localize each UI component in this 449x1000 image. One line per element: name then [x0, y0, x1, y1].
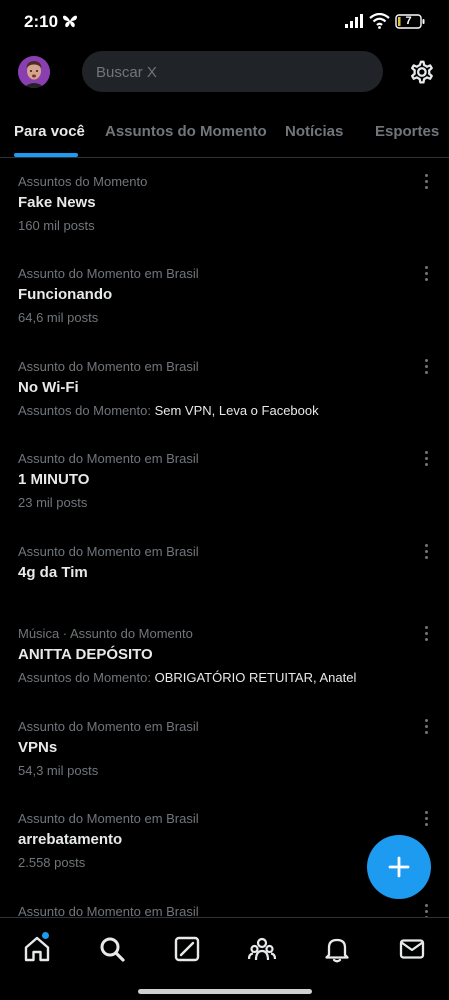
mail-icon[interactable]: [397, 934, 427, 964]
status-time: 2:10: [24, 12, 59, 31]
active-tab-indicator: [14, 153, 78, 157]
more-options-icon[interactable]: [418, 715, 434, 737]
gesture-bar: [138, 989, 312, 994]
trend-title: Funcionando: [18, 286, 113, 303]
gear-icon[interactable]: [406, 57, 436, 87]
trend-context: Assunto do Momento em Brasil: [18, 719, 199, 734]
communities-icon[interactable]: [247, 934, 277, 964]
trend-item[interactable]: Assunto do Momento em Brasil Funcionando…: [0, 265, 449, 358]
trend-context: Assunto do Momento em Brasil: [18, 266, 199, 281]
trend-item[interactable]: Música · Assunto do Momento ANITTA DEPÓS…: [0, 625, 449, 718]
related-topics: Sem VPN, Leva o Facebook: [154, 403, 319, 418]
plus-icon: [388, 856, 410, 878]
trend-item[interactable]: Assunto do Momento em Brasil 1 MINUTO 23…: [0, 450, 449, 543]
related-label: Assuntos do Momento:: [18, 670, 155, 685]
trend-item[interactable]: Assuntos do Momento Fake News 160 mil po…: [0, 173, 449, 266]
trend-title: ANITTA DEPÓSITO: [18, 646, 153, 663]
trend-item[interactable]: Assunto do Momento em Brasil No Wi-Fi As…: [0, 358, 449, 451]
trend-context: Assunto do Momento em Brasil: [18, 811, 199, 826]
more-options-icon[interactable]: [418, 447, 434, 469]
more-options-icon[interactable]: [418, 355, 434, 377]
home-icon[interactable]: [22, 934, 52, 964]
butterfly-icon: [63, 15, 77, 28]
trend-title: arrebatamento: [18, 831, 123, 848]
more-options-icon[interactable]: [418, 622, 434, 644]
home-notification-dot: [42, 932, 49, 939]
search-input[interactable]: [96, 62, 366, 82]
trend-item[interactable]: Assunto do Momento em Brasil 4g da Tim: [0, 543, 449, 636]
bell-icon[interactable]: [322, 934, 352, 964]
avatar-image: [18, 56, 50, 88]
related-topics: OBRIGATÓRIO RETUITAR, Anatel: [154, 670, 357, 685]
search-icon[interactable]: [97, 934, 127, 964]
more-options-icon[interactable]: [418, 262, 434, 284]
tab-esportes[interactable]: Esportes: [375, 123, 439, 140]
trend-context: Assunto do Momento em Brasil: [18, 359, 199, 374]
related-label: Assuntos do Momento:: [18, 403, 155, 418]
trend-related: Assuntos do Momento: Sem VPN, Leva o Fac…: [18, 403, 319, 418]
compose-button[interactable]: [367, 835, 431, 899]
wifi-icon: [369, 13, 390, 29]
bottom-navigation: [0, 917, 449, 1000]
trend-context: Assunto do Momento em Brasil: [18, 451, 199, 466]
grok-icon[interactable]: [172, 934, 202, 964]
more-options-icon[interactable]: [418, 807, 434, 829]
trend-title: No Wi-Fi: [18, 379, 79, 396]
trend-post-count: 64,6 mil posts: [18, 310, 99, 325]
tab-noticias[interactable]: Notícias: [285, 123, 343, 140]
trend-context: Assunto do Momento em Brasil: [18, 544, 199, 559]
trend-title: VPNs: [18, 739, 58, 756]
signal-icon: [345, 14, 363, 28]
more-options-icon[interactable]: [418, 540, 434, 562]
avatar[interactable]: [18, 56, 50, 88]
trend-title: Fake News: [18, 194, 96, 211]
trend-context: Música · Assunto do Momento: [18, 626, 193, 641]
trend-post-count: 2.558 posts: [18, 855, 86, 870]
trend-item[interactable]: Assunto do Momento em Brasil VPNs 54,3 m…: [0, 718, 449, 811]
trend-context: Assuntos do Momento: [18, 174, 148, 189]
trend-title: 4g da Tim: [18, 564, 88, 581]
more-options-icon[interactable]: [418, 170, 434, 192]
tab-assuntos-do-momento[interactable]: Assuntos do Momento: [105, 123, 267, 140]
trend-title: 1 MINUTO: [18, 471, 90, 488]
battery-level: 7: [405, 15, 412, 27]
search-bar[interactable]: [82, 51, 383, 92]
tab-para-voce[interactable]: Para você: [14, 123, 85, 140]
trend-post-count: 23 mil posts: [18, 495, 88, 510]
trend-related: Assuntos do Momento: OBRIGATÓRIO RETUITA…: [18, 670, 356, 685]
trend-post-count: 54,3 mil posts: [18, 763, 99, 778]
trend-post-count: 160 mil posts: [18, 218, 95, 233]
status-bar: 2:10 7: [0, 0, 449, 44]
tab-bar: Para você Assuntos do Momento Notícias E…: [0, 108, 449, 158]
